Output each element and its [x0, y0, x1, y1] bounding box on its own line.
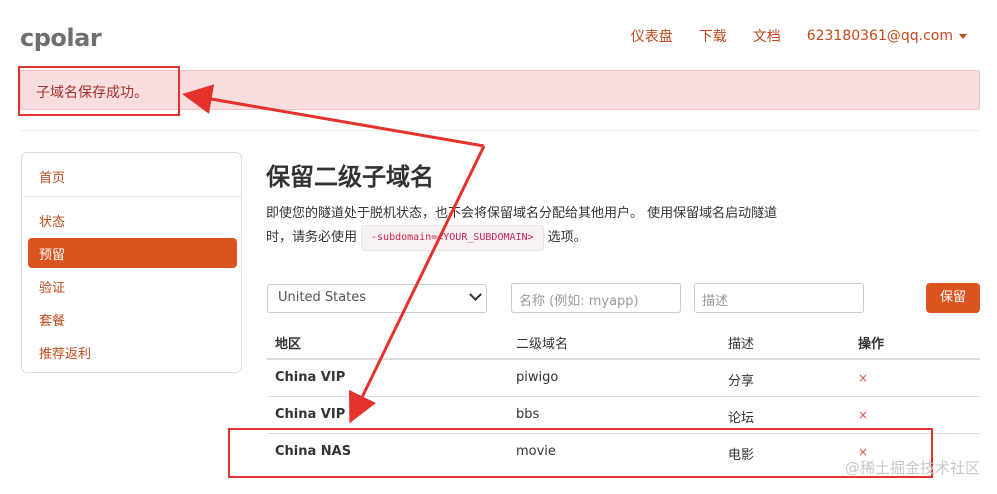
arrow-to-new-row	[348, 145, 486, 424]
arrow-to-alert	[182, 84, 485, 148]
annotation-arrows	[182, 84, 486, 424]
watermark: @稀土掘金技术社区	[844, 459, 980, 477]
